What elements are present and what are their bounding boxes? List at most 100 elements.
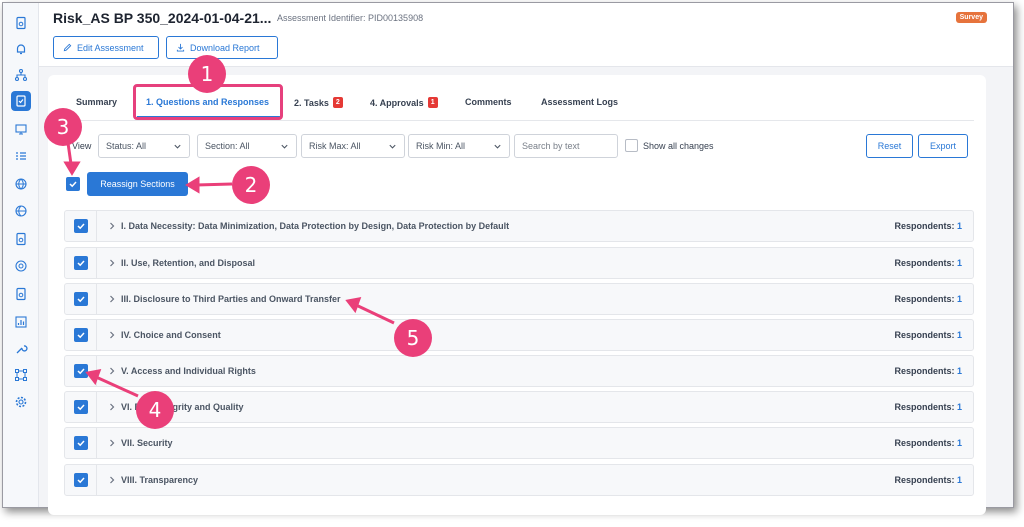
survey-badge: Survey — [955, 12, 987, 23]
show-all-changes-checkbox[interactable] — [625, 139, 638, 152]
tab-assessment-logs[interactable]: Assessment Logs — [541, 97, 618, 107]
row-divider — [96, 320, 97, 350]
section-checkbox[interactable] — [74, 364, 88, 378]
export-button[interactable]: Export — [918, 134, 968, 158]
edit-assessment-label: Edit Assessment — [77, 42, 144, 53]
section-checkbox[interactable] — [74, 219, 88, 233]
row-divider — [96, 248, 97, 278]
section-checkbox[interactable] — [74, 473, 88, 487]
settings-icon[interactable] — [11, 392, 31, 412]
list-icon[interactable] — [11, 146, 31, 166]
tab-label: Assessment Logs — [541, 97, 619, 107]
callout-3: 3 — [44, 108, 82, 146]
section-row[interactable]: VI. Data Integrity and Quality Respondent… — [64, 391, 974, 423]
respondents-count: Respondents: 1 — [894, 221, 962, 231]
document-icon[interactable] — [11, 229, 31, 249]
section-checkbox[interactable] — [74, 436, 88, 450]
document-icon[interactable] — [11, 13, 31, 33]
section-row[interactable]: II. Use, Retention, and Disposal Responde… — [64, 247, 974, 279]
globe-icon[interactable] — [11, 174, 31, 194]
bell-icon[interactable] — [11, 39, 31, 59]
risk-max-filter-value: Risk Max: All — [309, 141, 361, 151]
section-checkbox[interactable] — [74, 256, 88, 270]
check-icon — [77, 404, 85, 411]
tab-approvals[interactable]: 4. Approvals 1 — [370, 97, 438, 108]
section-filter-value: Section: All — [205, 141, 250, 151]
tab-divider — [62, 120, 974, 121]
tab-summary[interactable]: Summary — [76, 97, 117, 107]
check-icon — [69, 181, 77, 188]
respondents-label: Respondents: — [894, 475, 955, 485]
respondents-count: Respondents: 1 — [894, 438, 962, 448]
chart-icon[interactable] — [11, 312, 31, 332]
respondents-number: 1 — [956, 475, 962, 485]
respondents-number: 1 — [956, 221, 962, 231]
status-filter-value: Status: All — [106, 141, 147, 151]
respondents-count: Respondents: 1 — [894, 330, 962, 340]
chevron-right-icon[interactable] — [108, 295, 116, 303]
section-title: VIII. Transparency — [121, 475, 199, 485]
respondents-number: 1 — [956, 366, 962, 376]
check-icon — [77, 223, 85, 230]
globe-icon[interactable] — [11, 201, 31, 221]
chevron-right-icon[interactable] — [108, 403, 116, 411]
reset-button[interactable]: Reset — [866, 134, 913, 158]
chevron-right-icon[interactable] — [108, 331, 116, 339]
chevron-down-icon — [494, 144, 501, 149]
select-all-checkbox[interactable] — [66, 177, 80, 191]
callout-2: 2 — [232, 166, 270, 204]
section-title: I. Data Necessity: Data Minimization, Da… — [121, 221, 510, 231]
chevron-down-icon — [281, 144, 288, 149]
check-icon — [77, 332, 85, 339]
section-checkbox[interactable] — [74, 292, 88, 306]
edit-assessment-button[interactable]: Edit Assessment — [53, 36, 159, 59]
row-divider — [96, 465, 97, 495]
section-row[interactable]: I. Data Necessity: Data Minimization, Da… — [64, 210, 974, 242]
presentation-icon[interactable] — [11, 119, 31, 139]
search-input[interactable]: Search by text — [514, 134, 618, 158]
section-filter[interactable]: Section: All — [197, 134, 297, 158]
respondents-number: 1 — [956, 402, 962, 412]
view-label: View — [72, 141, 92, 151]
section-title: VII. Security — [121, 438, 173, 448]
risk-min-filter-value: Risk Min: All — [416, 141, 466, 151]
tab-tasks[interactable]: 2. Tasks 2 — [294, 97, 343, 108]
risk-max-filter[interactable]: Risk Max: All — [301, 134, 405, 158]
section-checkbox[interactable] — [74, 328, 88, 342]
tab-comments[interactable]: Comments — [465, 97, 512, 107]
respondents-label: Respondents: — [894, 221, 955, 231]
respondents-label: Respondents: — [894, 366, 955, 376]
respondents-count: Respondents: 1 — [894, 258, 962, 268]
section-checkbox[interactable] — [74, 400, 88, 414]
chevron-right-icon[interactable] — [108, 439, 116, 447]
chevron-right-icon[interactable] — [108, 222, 116, 230]
assessment-icon[interactable] — [11, 91, 31, 111]
row-divider — [96, 211, 97, 241]
chevron-right-icon[interactable] — [108, 367, 116, 375]
document-icon[interactable] — [11, 284, 31, 304]
section-row[interactable]: VII. Security Respondents: 1 — [64, 427, 974, 459]
section-row[interactable]: V. Access and Individual Rights Responden… — [64, 355, 974, 387]
check-icon — [77, 477, 85, 484]
respondents-label: Respondents: — [894, 258, 955, 268]
section-row[interactable]: III. Disclosure to Third Parties and Onw… — [64, 283, 974, 315]
network-icon[interactable] — [11, 65, 31, 85]
workflow-icon[interactable] — [11, 365, 31, 385]
header: Risk_AS BP 350_2024-01-04-21... Assessme… — [39, 3, 1013, 67]
section-title: II. Use, Retention, and Disposal — [121, 258, 256, 268]
chevron-right-icon[interactable] — [108, 259, 116, 267]
download-icon — [176, 43, 185, 52]
wrench-icon[interactable] — [11, 339, 31, 359]
section-row[interactable]: IV. Choice and Consent Respondents: 1 — [64, 319, 974, 351]
page-title: Risk_AS BP 350_2024-01-04-21... — [53, 10, 272, 26]
reassign-sections-button[interactable]: Reassign Sections — [87, 172, 188, 196]
section-row[interactable]: VIII. Transparency Respondents: 1 — [64, 464, 974, 496]
download-report-button[interactable]: Download Report — [166, 36, 278, 59]
show-all-changes-label: Show all changes — [643, 141, 714, 151]
respondents-number: 1 — [956, 330, 962, 340]
respondents-label: Respondents: — [894, 402, 955, 412]
globe-icon[interactable] — [11, 256, 31, 276]
chevron-right-icon[interactable] — [108, 476, 116, 484]
risk-min-filter[interactable]: Risk Min: All — [408, 134, 510, 158]
status-filter[interactable]: Status: All — [98, 134, 190, 158]
